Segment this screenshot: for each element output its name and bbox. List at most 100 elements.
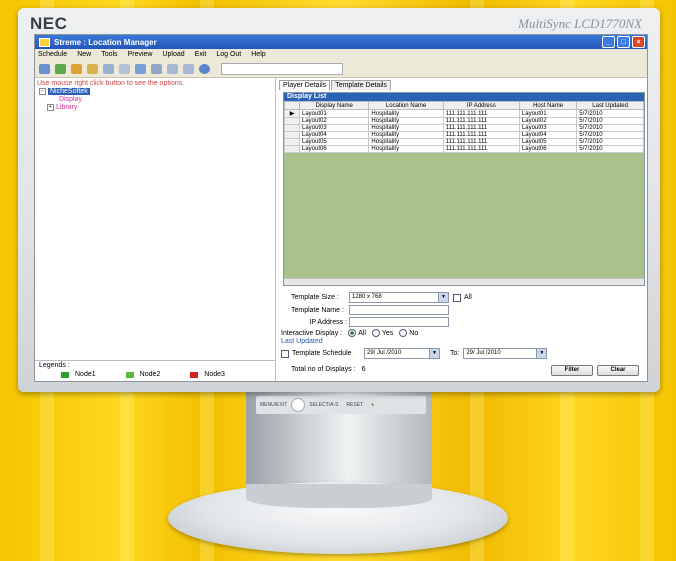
model-label: MultiSync LCD1770NX (518, 16, 642, 31)
table-cell: Layout02 (298, 117, 370, 125)
table-cell: Layout04 (298, 131, 370, 139)
menu-help[interactable]: Help (251, 51, 265, 58)
tree-hint: Use mouse right click button to see the … (37, 80, 185, 87)
column-header[interactable]: Last Updated (576, 101, 644, 110)
grid-icon[interactable] (135, 63, 146, 74)
node1-swatch (61, 371, 69, 378)
app-icon (39, 37, 50, 47)
filter-button[interactable]: Filter (551, 365, 593, 376)
template-name-input[interactable] (349, 305, 449, 315)
menu-exit-control[interactable]: MENU/EXIT (260, 402, 287, 408)
clear-button[interactable]: Clear (597, 365, 639, 376)
template-size-select[interactable]: 1280 x 768 ▼ (349, 292, 449, 303)
expand-icon[interactable] (167, 63, 178, 74)
chevron-down-icon: ▼ (438, 293, 448, 302)
search-input[interactable] (221, 62, 343, 75)
template-schedule-checkbox[interactable] (281, 349, 289, 358)
table-cell: 5/7/2010 (576, 131, 644, 139)
all-checkbox[interactable] (453, 293, 461, 302)
minimize-button[interactable]: _ (602, 36, 615, 48)
menu-logout[interactable]: Log Out (216, 51, 241, 58)
table-cell: 111.111.111.111 (442, 109, 520, 118)
reset-control[interactable]: RESET (346, 402, 363, 408)
row-indicator-header (284, 101, 300, 110)
table-row[interactable]: Layout06 Hospitality 111.111.111.111 Layout… (284, 145, 644, 153)
refresh-icon[interactable] (103, 63, 114, 74)
collapse-toggle-icon[interactable]: − (39, 87, 46, 95)
table-row[interactable]: Layout02 Hospitality 111.111.111.111 Layout… (284, 117, 644, 125)
ip-address-label: IP Address : (309, 318, 347, 326)
table-cell: 111.111.111.111 (442, 117, 520, 125)
column-header[interactable]: IP Address (442, 101, 520, 110)
row-indicator (284, 131, 300, 139)
tab-template-details[interactable]: Template Details (331, 80, 391, 90)
from-date-picker[interactable]: 29/ Jul /2010 ▼ (364, 348, 440, 359)
table-cell: Hospitality (368, 124, 444, 132)
radio-yes[interactable] (371, 329, 380, 337)
location-tree: − NicheSoftek Display + Library (39, 87, 275, 111)
maximize-button[interactable]: □ (617, 36, 630, 48)
table-row[interactable]: Layout05 Hospitality 111.111.111.111 Layout… (284, 138, 644, 146)
zoom-icon[interactable] (119, 63, 130, 74)
table-cell: Hospitality (368, 145, 444, 153)
legend-item: Node3 (190, 371, 225, 378)
toolbar (35, 60, 647, 78)
folder-icon[interactable] (87, 63, 98, 74)
table-cell: Layout04 (518, 131, 578, 139)
grid-title: Display List (284, 93, 644, 101)
radio-all[interactable] (348, 329, 357, 337)
table-cell: Hospitality (368, 117, 444, 125)
power-knob[interactable] (291, 398, 306, 412)
horizontal-scrollbar[interactable] (284, 278, 644, 285)
row-indicator (284, 138, 300, 146)
template-name-label: Template Name : (291, 306, 344, 314)
menu-upload[interactable]: Upload (162, 51, 184, 58)
tab-player-details[interactable]: Player Details (279, 80, 331, 90)
table-cell: Layout01 (298, 109, 370, 118)
tree-node-library[interactable]: + Library (47, 103, 275, 111)
tree-node-display[interactable]: Display (59, 95, 275, 103)
chevron-down-icon: ▼ (536, 349, 547, 358)
add-icon[interactable] (55, 63, 66, 74)
menu-new[interactable]: New (77, 51, 91, 58)
table-cell: Layout06 (518, 145, 578, 153)
chevron-down-icon: ▼ (429, 349, 439, 358)
new-icon[interactable] (39, 63, 50, 74)
menu-preview[interactable]: Preview (128, 51, 153, 58)
edit-icon[interactable] (71, 63, 82, 74)
table-cell: 5/7/2010 (576, 145, 644, 153)
all-checkbox-label: All (464, 294, 472, 301)
table-row[interactable]: Layout03 Hospitality 111.111.111.111 Layout… (284, 124, 644, 132)
menu-tools[interactable]: Tools (101, 51, 117, 58)
radio-no[interactable] (399, 329, 408, 337)
template-schedule-label: Template Schedule (292, 350, 352, 357)
table-cell: Layout01 (518, 109, 578, 118)
column-header[interactable]: Display Name (298, 101, 370, 110)
table-cell: Hospitality (368, 131, 444, 139)
to-date-picker[interactable]: 29/ Jul /2010 ▼ (463, 348, 548, 359)
collapse-icon[interactable] (183, 63, 194, 74)
column-header[interactable]: Location Name (368, 101, 444, 110)
legend-item: Node1 (61, 371, 96, 378)
expand-toggle-icon[interactable]: + (47, 103, 54, 111)
table-cell: 5/7/2010 (576, 124, 644, 132)
ip-address-input[interactable] (349, 317, 449, 327)
table-row[interactable]: Layout04 Hospitality 111.111.111.111 Layout… (284, 131, 644, 139)
close-button[interactable]: × (632, 36, 645, 48)
node3-swatch (190, 371, 199, 378)
app-window: Streme : Location Manager _ □ × Schedule… (34, 34, 648, 382)
template-size-label: Template Size : (291, 294, 339, 301)
window-title: Streme : Location Manager (54, 37, 157, 47)
layout-icon[interactable] (151, 63, 162, 74)
monitor-controls: MENU/EXIT SELECT/A-S RESET ● (256, 396, 426, 414)
row-indicator: ▶ (284, 109, 300, 118)
column-header[interactable]: Host Name (518, 101, 578, 110)
tree-node-root[interactable]: − NicheSoftek (39, 87, 275, 95)
display-table: Display Name Location Name IP Address Ho… (284, 101, 644, 153)
table-cell: 5/7/2010 (576, 109, 644, 118)
menu-exit[interactable]: Exit (195, 51, 207, 58)
search-icon[interactable] (199, 63, 210, 74)
menu-schedule[interactable]: Schedule (38, 51, 67, 58)
table-row[interactable]: ▶ Layout01 Hospitality 111.111.111.111 Layou… (284, 109, 644, 118)
select-control[interactable]: SELECT/A-S (309, 402, 338, 408)
